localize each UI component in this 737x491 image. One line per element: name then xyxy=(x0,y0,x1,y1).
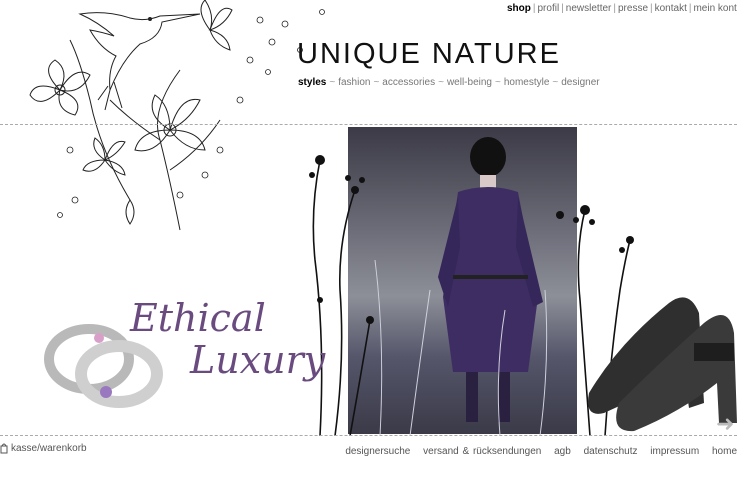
nav-link-presse[interactable]: presse xyxy=(618,3,648,14)
shoes-image[interactable] xyxy=(579,283,737,433)
category-accessories[interactable]: accessories xyxy=(382,77,435,88)
category-navigation: styles ~ fashion ~ accessories ~ well-being ~ ho… xyxy=(298,77,600,88)
footer-link-agb[interactable]: agb xyxy=(554,446,571,457)
category-fashion[interactable]: fashion xyxy=(338,77,370,88)
basket-link[interactable]: kasse/warenkorb xyxy=(0,442,87,454)
next-arrow-icon[interactable]: ➜ xyxy=(716,411,734,437)
footer-link-datenschutz[interactable]: datenschutz xyxy=(584,446,638,457)
footer-link-impressum[interactable]: impressum xyxy=(650,446,699,457)
header-divider xyxy=(0,124,737,125)
basket-icon xyxy=(0,443,8,454)
category-homestyle[interactable]: homestyle xyxy=(504,77,550,88)
top-navigation: shop | profil | newsletter | presse | kontakt | me… xyxy=(507,3,737,17)
nav-link-shop[interactable]: shop xyxy=(507,3,531,14)
ethical-luxury-promo[interactable]: Ethical Luxury xyxy=(44,294,325,414)
floral-illustration xyxy=(29,0,325,231)
nav-link-kontakt[interactable]: kontakt xyxy=(655,3,687,14)
footer-link-home[interactable]: home xyxy=(712,446,737,457)
category-designer[interactable]: designer xyxy=(561,77,599,88)
nav-link-newsletter[interactable]: newsletter xyxy=(566,3,612,14)
nav-link-profil[interactable]: profil xyxy=(538,3,560,14)
promo-word-luxury: Luxury xyxy=(190,338,326,382)
footer-navigation: designersuche versand & rücksendungen ag… xyxy=(336,446,737,457)
category-styles[interactable]: styles xyxy=(298,77,326,88)
footer-link-versand[interactable]: versand & rücksendungen xyxy=(423,446,541,457)
category-well-being[interactable]: well-being xyxy=(447,77,492,88)
promo-word-ethical: Ethical xyxy=(130,296,266,340)
basket-label: kasse/warenkorb xyxy=(11,442,87,454)
footer-divider xyxy=(0,435,737,436)
site-logo[interactable]: UNIQUE NATURE xyxy=(297,38,561,71)
nav-link-mein-konto[interactable]: mein konto xyxy=(693,3,737,14)
footer-link-designersuche[interactable]: designersuche xyxy=(345,446,410,457)
